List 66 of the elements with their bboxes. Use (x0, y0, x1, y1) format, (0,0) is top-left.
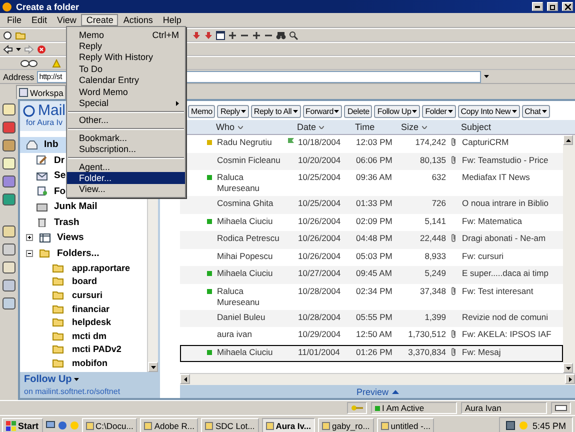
date-cell-text: 11/01/2004 (298, 346, 341, 358)
mailbox-owner: for Aura Iv (25, 118, 62, 127)
subject-cell-text: Fw: Test interesant (462, 286, 534, 296)
subject-cell-text: Mediafax IT News (462, 172, 531, 183)
time-cell-text: 09:45 AM (356, 268, 393, 279)
clock: 5:45 PM (532, 420, 566, 430)
subject-cell-text: E super.....daca ai timp (462, 268, 550, 279)
size-cell-text: 632 (430, 172, 447, 183)
subject-cell-text: Revizie nod de comuni (462, 312, 549, 322)
date-cell-text: 10/26/2004 (298, 216, 342, 226)
subject-cell-text: Fw: Teamstudio - Price (462, 154, 550, 166)
date-cell-text: 10/20/2004 (298, 154, 342, 166)
time-cell-text: 02:09 PM (356, 216, 394, 226)
sender-cell-text: aura ivan (217, 329, 253, 340)
time-cell-text: 06:06 PM (356, 154, 394, 166)
sender-cell-text: Raluca Mureseanu (217, 172, 261, 194)
size-cell-text: 3,370,834 (407, 346, 447, 358)
server-label: on mailint.softnet.ro/softnet (24, 387, 122, 396)
time-cell-text: 09:36 AM (356, 172, 393, 183)
time-cell-text: 12:03 PM (356, 137, 394, 148)
sender-cell-text: Raluca Mureseanu (217, 286, 261, 308)
date-cell-text: 10/27/2004 (298, 268, 342, 279)
subject-cell-text: Dragi abonati - Ne-am (462, 233, 547, 244)
date-cell-text: 10/26/2004 (298, 250, 342, 262)
date-cell-text: 10/18/2004 (298, 137, 342, 148)
time-cell-text: 01:26 PM (356, 346, 394, 358)
size-cell-text: 5,141 (424, 216, 447, 226)
size-cell-text: 22,448 (419, 233, 447, 244)
sender-cell-text: Mihaela Ciuciu (217, 346, 274, 358)
subject-cell-text: O noua intrare in Biblio (462, 198, 550, 209)
mail-title: Mail (38, 103, 66, 118)
sender-cell-text: Mihai Popescu (217, 250, 274, 262)
time-cell-text: 12:50 AM (356, 329, 393, 340)
address-label: Address (3, 72, 34, 82)
subject-cell-text: Fw: Matematica (462, 216, 523, 226)
date-cell-text: 10/26/2004 (298, 233, 342, 244)
sender-cell-text: Rodica Petrescu (217, 233, 280, 244)
time-cell-text: 05:03 PM (356, 250, 394, 262)
time-cell-text: 05:55 PM (356, 312, 394, 322)
size-cell-text: 5,249 (424, 268, 447, 279)
date-cell-text: 10/28/2004 (298, 312, 342, 322)
size-cell-text: 80,135 (419, 154, 447, 166)
sender-cell-text: Mihaela Ciuciu (217, 216, 274, 226)
window-title: Create a folder (16, 2, 80, 12)
sender-cell-text: Cosmin Ficleanu (217, 154, 282, 166)
size-cell-text: 8,933 (424, 250, 447, 262)
size-cell-text: 1,730,512 (407, 329, 447, 340)
date-cell-text: 10/29/2004 (298, 329, 342, 340)
date-cell-text: 10/25/2004 (298, 172, 342, 183)
subject-cell-text: Fw: AKELA: IPSOS IAF (462, 329, 552, 340)
time-cell-text: 02:34 PM (356, 286, 394, 296)
size-cell-text: 37,348 (419, 286, 447, 296)
date-cell-text: 10/25/2004 (298, 198, 342, 209)
size-cell-text: 174,242 (414, 137, 447, 148)
subject-cell-text: CapturiCRM (462, 137, 510, 148)
date-cell-text: 10/28/2004 (298, 286, 342, 296)
size-cell-text: 726 (430, 198, 447, 209)
sender-cell-text: Daniel Buleu (217, 312, 266, 322)
sender-cell-text: Cosmina Ghita (217, 198, 274, 209)
time-cell-text: 04:48 PM (356, 233, 394, 244)
time-cell-text: 01:33 PM (356, 198, 394, 209)
subject-cell-text: Fw: Mesaj (462, 346, 502, 358)
size-cell-text: 1,399 (424, 312, 447, 322)
subject-cell-text: Fw: cursuri (462, 250, 505, 262)
sender-cell-text: Radu Negrutiu (217, 137, 273, 148)
sender-cell-text: Mihaela Ciuciu (217, 268, 274, 279)
